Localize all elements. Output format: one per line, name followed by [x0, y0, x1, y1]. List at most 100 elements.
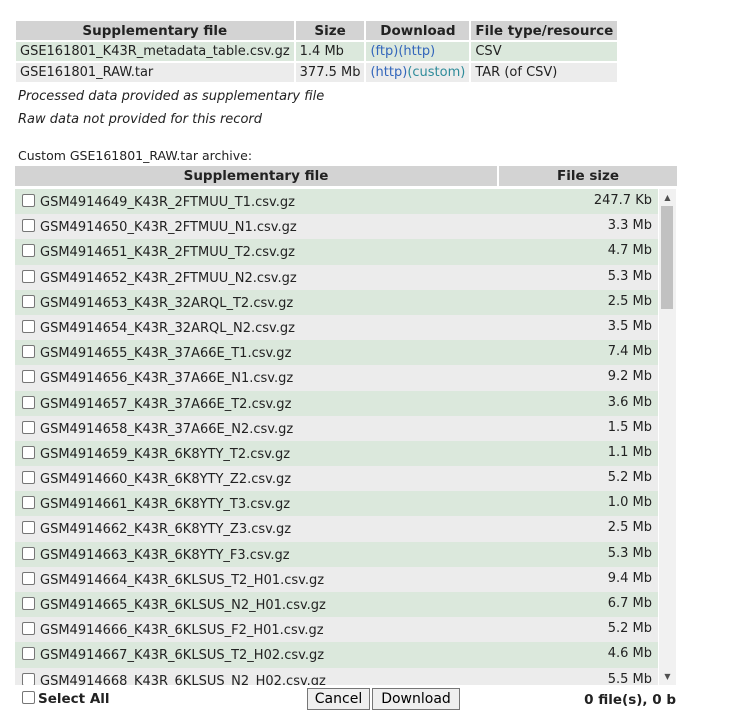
file-row: GSM4914652_K43R_2FTMUU_N2.csv.gz 5.3 Mb [15, 264, 658, 290]
file-list: GSM4914649_K43R_2FTMUU_T1.csv.gz 247.7 Kb… [15, 189, 658, 685]
processed-data-note: Processed data provided as supplementary… [18, 89, 325, 104]
file-checkbox[interactable] [22, 546, 35, 560]
file-name: GSM4914656_K43R_37A66E_N1.csv.gz [40, 371, 294, 387]
file-row: GSM4914650_K43R_2FTMUU_N1.csv.gz 3.3 Mb [15, 214, 658, 240]
file-checkbox[interactable] [22, 521, 35, 535]
file-row: GSM4914656_K43R_37A66E_N1.csv.gz 9.2 Mb [15, 365, 658, 391]
custom-link[interactable]: (custom) [407, 65, 465, 80]
file-row: GSM4914654_K43R_32ARQL_N2.csv.gz 3.5 Mb [15, 314, 658, 341]
scrollbar-thumb[interactable] [661, 206, 673, 309]
file-name: GSM4914657_K43R_37A66E_T2.csv.gz [40, 396, 292, 412]
http-link[interactable]: (http) [398, 44, 435, 59]
archive-table-header: Supplementary file File size [15, 166, 677, 186]
file-row: GSM4914651_K43R_2FTMUU_T2.csv.gz 4.7 Mb [15, 239, 658, 265]
file-checkbox[interactable] [22, 597, 35, 610]
http-link[interactable]: (http) [370, 65, 407, 80]
file-row: GSM4914663_K43R_6K8YTY_F3.csv.gz 5.3 Mb [15, 541, 658, 567]
file-row: GSM4914666_K43R_6KLSUS_F2_H01.csv.gz 5.2 … [15, 617, 658, 643]
file-name: GSM4914649_K43R_2FTMUU_T1.csv.gz [40, 195, 295, 210]
file-row: GSM4914653_K43R_32ARQL_T2.csv.gz 2.5 Mb [15, 289, 658, 315]
file-name: GSM4914667_K43R_6KLSUS_T2_H02.csv.gz [40, 648, 325, 664]
file-checkbox[interactable] [22, 319, 35, 333]
file-size: 4.7 Mb [607, 243, 652, 259]
download-button[interactable]: Download [372, 688, 460, 710]
file-size: 5.3 Mb [607, 268, 652, 284]
file-size: 1.1 Mb [607, 444, 652, 460]
archive-label: Custom GSE161801_RAW.tar archive: [18, 148, 253, 163]
file-row: GSM4914665_K43R_6KLSUS_N2_H01.csv.gz 6.7 … [15, 592, 658, 618]
select-all-checkbox[interactable] [22, 691, 35, 704]
file-row: GSM4914660_K43R_6K8YTY_Z2.csv.gz 5.2 Mb [15, 466, 658, 492]
col-header-size: Size [295, 21, 365, 40]
file-size: 5.2 Mb [607, 470, 652, 486]
scroll-up-arrow-icon[interactable]: ▲ [659, 189, 676, 206]
file-checkbox[interactable] [22, 194, 35, 207]
raw-data-note: Raw data not provided for this record [18, 112, 262, 127]
vertical-scrollbar[interactable]: ▲ ▼ [659, 189, 676, 685]
file-checkbox[interactable] [22, 672, 35, 685]
file-size: 3.3 Mb [607, 218, 652, 234]
file-name: GSM4914664_K43R_6KLSUS_T2_H01.csv.gz [40, 572, 325, 588]
file-name: GSM4914650_K43R_2FTMUU_N1.csv.gz [40, 220, 297, 236]
file-size: 5.5 Mb [607, 671, 652, 685]
file-checkbox[interactable] [22, 370, 35, 384]
download-links: (http)(custom) [366, 63, 470, 82]
cancel-button[interactable]: Cancel [307, 688, 370, 710]
supplementary-files-table: Supplementary file Size Download File ty… [14, 19, 619, 84]
file-name: GSM4914651_K43R_2FTMUU_T2.csv.gz [40, 245, 295, 261]
file-checkbox[interactable] [22, 471, 35, 485]
file-size: 9.4 Mb [607, 570, 652, 586]
select-all-label: Select All [38, 691, 110, 707]
file-row: GSM4914667_K43R_6KLSUS_T2_H02.csv.gz 4.6 … [15, 642, 658, 668]
file-checkbox[interactable] [22, 269, 35, 283]
col-header-file-size: File size [499, 166, 677, 186]
file-size: 9.2 Mb [607, 369, 652, 385]
file-name: GSM4914660_K43R_6K8YTY_Z2.csv.gz [40, 472, 292, 488]
file-name: GSM4914652_K43R_2FTMUU_N2.csv.gz [40, 270, 297, 286]
file-row: GSM4914657_K43R_37A66E_T2.csv.gz 3.6 Mb [15, 390, 658, 416]
file-checkbox[interactable] [22, 244, 35, 258]
col-header-file-type: File type/resource [471, 21, 618, 40]
col-header-download: Download [366, 21, 470, 40]
file-size: 1.4 Mb [295, 42, 365, 61]
file-size: 3.5 Mb [607, 318, 652, 334]
table-row: GSE161801_RAW.tar 377.5 Mb (http)(custom… [16, 63, 618, 82]
file-checkbox[interactable] [22, 345, 35, 359]
file-name: GSM4914668_K43R_6KLSUS_N2_H02.csv.gz [40, 673, 326, 685]
scroll-down-arrow-icon[interactable]: ▼ [659, 668, 676, 685]
file-checkbox[interactable] [22, 647, 35, 661]
file-checkbox[interactable] [22, 496, 35, 510]
file-name: GSE161801_K43R_metadata_table.csv.gz [16, 42, 294, 61]
ftp-link[interactable]: (ftp) [370, 44, 398, 59]
file-row: GSM4914664_K43R_6KLSUS_T2_H01.csv.gz 9.4 … [15, 566, 658, 592]
file-size: 2.5 Mb [607, 293, 652, 309]
file-row: GSM4914649_K43R_2FTMUU_T1.csv.gz 247.7 Kb [15, 189, 658, 215]
file-checkbox[interactable] [22, 395, 35, 409]
file-name: GSM4914654_K43R_32ARQL_N2.csv.gz [40, 320, 295, 336]
file-size: 6.7 Mb [607, 596, 652, 611]
file-list-scroll-area[interactable]: GSM4914649_K43R_2FTMUU_T1.csv.gz 247.7 Kb… [15, 189, 676, 685]
file-checkbox[interactable] [22, 219, 35, 233]
file-size: 377.5 Mb [295, 63, 365, 82]
file-size: 2.5 Mb [607, 520, 652, 536]
file-checkbox[interactable] [22, 622, 35, 636]
download-links: (ftp)(http) [366, 42, 470, 61]
file-type: TAR (of CSV) [471, 63, 618, 82]
file-row: GSM4914661_K43R_6K8YTY_T3.csv.gz 1.0 Mb [15, 491, 658, 517]
col-header-supplementary-file: Supplementary file [15, 166, 497, 186]
file-row: GSM4914662_K43R_6K8YTY_Z3.csv.gz 2.5 Mb [15, 516, 658, 542]
file-checkbox[interactable] [22, 571, 35, 585]
file-row: GSM4914655_K43R_37A66E_T1.csv.gz 7.4 Mb [15, 340, 658, 366]
file-size: 7.4 Mb [607, 344, 652, 360]
file-checkbox[interactable] [22, 420, 35, 434]
file-size: 1.5 Mb [607, 419, 652, 435]
file-name: GSM4914658_K43R_37A66E_N2.csv.gz [40, 421, 294, 437]
file-checkbox[interactable] [22, 294, 35, 308]
file-row: GSM4914668_K43R_6KLSUS_N2_H02.csv.gz 5.5 … [15, 667, 658, 685]
select-all[interactable]: Select All [22, 691, 110, 707]
file-type: CSV [471, 42, 618, 61]
file-checkbox[interactable] [22, 445, 35, 459]
file-size: 5.2 Mb [607, 621, 652, 637]
file-size: 4.6 Mb [607, 646, 652, 662]
file-row: GSM4914659_K43R_6K8YTY_T2.csv.gz 1.1 Mb [15, 440, 658, 467]
